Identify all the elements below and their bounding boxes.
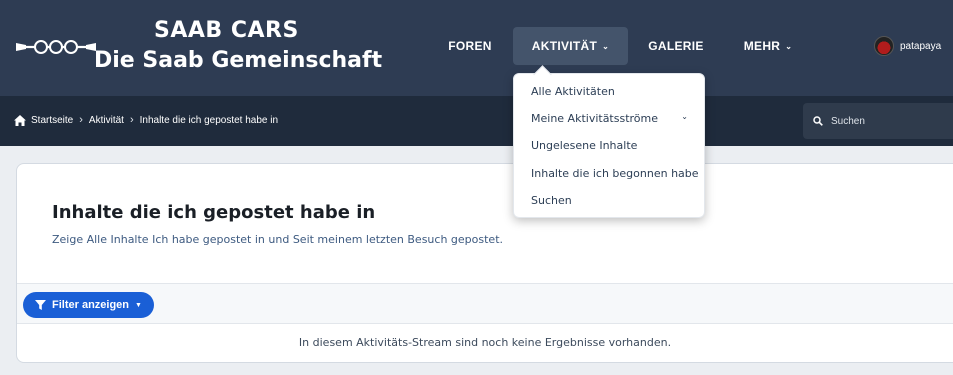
aktivitaet-dropdown-menu: Alle Aktivitäten Meine Aktivitätsströme … (513, 73, 705, 218)
nav-item-galerie[interactable]: GALERIE (638, 27, 714, 65)
chevron-down-icon: ⌄ (681, 112, 688, 121)
menu-item-alle-aktivitaeten[interactable]: Alle Aktivitäten (531, 85, 615, 98)
search-box[interactable] (803, 103, 953, 139)
avatar[interactable] (874, 36, 894, 56)
breadcrumb: Startseite › Aktivität › Inhalte die ich… (14, 114, 278, 126)
site-header: SAAB CARS Die Saab Gemeinschaft FOREN AK… (0, 0, 953, 96)
menu-item-ungelesene-inhalte[interactable]: Ungelesene Inhalte (531, 139, 637, 152)
breadcrumb-home[interactable]: Startseite (31, 115, 73, 126)
page-title: Inhalte die ich gepostet habe in (52, 202, 376, 223)
nav-item-label: GALERIE (648, 39, 704, 53)
filter-icon (35, 300, 46, 310)
nav-item-label: FOREN (448, 39, 492, 53)
caret-down-icon: ▼ (135, 301, 142, 309)
filter-button-label: Filter anzeigen (52, 299, 130, 311)
stream-card: Inhalte die ich gepostet habe in Zeige A… (16, 163, 953, 363)
breadcrumb-aktivitaet[interactable]: Aktivität (89, 115, 124, 126)
nav-item-aktivitaet[interactable]: AKTIVITÄT ⌄ (513, 27, 628, 65)
brand-subtitle: Die Saab Gemeinschaft (94, 48, 383, 73)
search-input[interactable] (831, 115, 951, 127)
menu-item-begonnene-inhalte[interactable]: Inhalte die ich begonnen habe (531, 167, 699, 180)
search-icon (813, 116, 823, 126)
nav-item-foren[interactable]: FOREN (437, 27, 503, 65)
chevron-right-icon: › (129, 114, 134, 126)
user-menu[interactable]: patapaya (874, 36, 941, 56)
nav-item-mehr[interactable]: MEHR ⌄ (729, 27, 807, 65)
filter-bar: Filter anzeigen ▼ (17, 283, 953, 324)
menu-item-label: Meine Aktivitätsströme (531, 112, 659, 125)
page-subtitle: Zeige Alle Inhalte Ich habe gepostet in … (52, 233, 503, 246)
saab-propeller-logo-icon (16, 40, 96, 54)
site-logo[interactable]: SAAB CARS Die Saab Gemeinschaft (14, 18, 382, 76)
home-icon (14, 114, 26, 126)
menu-item-suchen[interactable]: Suchen (531, 194, 572, 207)
chevron-down-icon: ⌄ (785, 41, 793, 51)
username[interactable]: patapaya (900, 41, 941, 52)
filter-button[interactable]: Filter anzeigen ▼ (23, 292, 154, 318)
menu-item-meine-aktivitaetsstroeme[interactable]: Meine Aktivitätsströme (531, 112, 691, 125)
breadcrumb-current: Inhalte die ich gepostet habe in (139, 114, 279, 126)
chevron-right-icon: › (79, 114, 83, 126)
nav-item-label: AKTIVITÄT (531, 39, 598, 53)
brand-title: SAAB CARS (154, 18, 299, 43)
nav-item-label: MEHR (743, 39, 781, 53)
empty-message: In diesem Aktivitäts-Stream sind noch ke… (298, 336, 672, 349)
chevron-down-icon: ⌄ (602, 41, 610, 51)
